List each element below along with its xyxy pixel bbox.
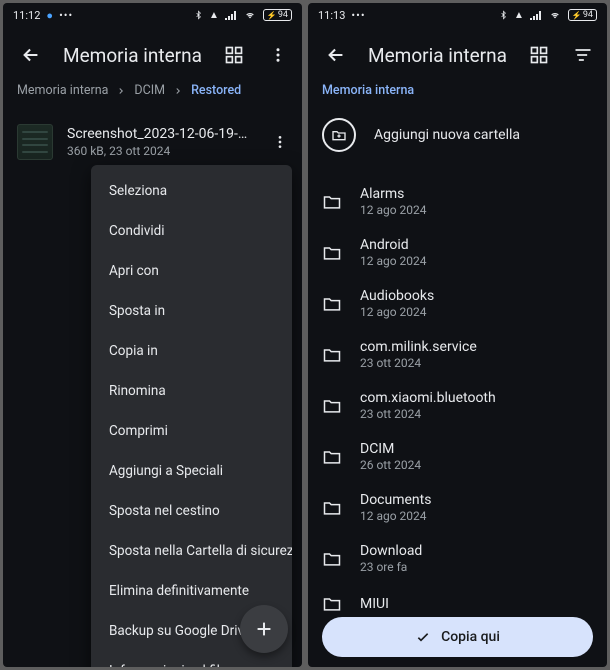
status-time: 11:13 bbox=[318, 9, 345, 22]
file-overflow-button[interactable] bbox=[264, 122, 296, 162]
status-bar: 11:12 ● ••• ▲ ⚡94 bbox=[3, 3, 302, 27]
wifi-icon bbox=[243, 10, 257, 20]
context-menu: SelezionaCondividiApri conSposta inCopia… bbox=[91, 165, 292, 667]
crumb-0[interactable]: Memoria interna bbox=[17, 83, 108, 98]
folder-icon bbox=[322, 498, 342, 518]
paste-here-button[interactable]: Copia qui bbox=[322, 617, 593, 657]
new-folder-label: Aggiungi nuova cartella bbox=[374, 127, 520, 143]
folder-subtitle: 23 ott 2024 bbox=[360, 407, 593, 421]
new-folder-row[interactable]: Aggiungi nuova cartella bbox=[308, 104, 607, 170]
folder-icon bbox=[322, 243, 342, 263]
phone-right: 11:13 ••• ▲ ⚡94 Memoria interna Memoria … bbox=[308, 3, 607, 667]
folder-icon bbox=[322, 447, 342, 467]
folder-subtitle: 23 ore fa bbox=[360, 560, 593, 574]
menu-item[interactable]: Rinomina bbox=[91, 371, 292, 411]
breadcrumb: Memoria interna bbox=[308, 83, 607, 104]
menu-item[interactable]: Aggiungi a Speciali bbox=[91, 451, 292, 491]
folder-name: Download bbox=[360, 543, 593, 559]
menu-item[interactable]: Apri con bbox=[91, 251, 292, 291]
folder-row[interactable]: Download23 ore fa bbox=[308, 533, 607, 584]
check-icon bbox=[415, 629, 431, 645]
menu-item[interactable]: Informazioni sul file bbox=[91, 651, 292, 667]
menu-item[interactable]: Condividi bbox=[91, 211, 292, 251]
folder-list: Alarms12 ago 2024Android12 ago 2024Audio… bbox=[308, 170, 607, 667]
menu-item[interactable]: Copia in bbox=[91, 331, 292, 371]
signal-icon: ▲ bbox=[514, 10, 524, 21]
folder-name: Documents bbox=[360, 492, 593, 508]
folder-name: com.xiaomi.bluetooth bbox=[360, 390, 593, 406]
folder-subtitle: 12 ago 2024 bbox=[360, 254, 593, 268]
folder-icon bbox=[322, 549, 342, 569]
chevron-right-icon bbox=[116, 86, 126, 96]
folder-name: Alarms bbox=[360, 186, 593, 202]
status-more-icon: ••• bbox=[351, 9, 365, 22]
menu-item[interactable]: Comprimi bbox=[91, 411, 292, 451]
breadcrumb: Memoria interna DCIM Restored bbox=[3, 83, 302, 112]
folder-name: MIUI bbox=[360, 596, 593, 612]
folder-subtitle: 12 ago 2024 bbox=[360, 305, 593, 319]
signal-icon: ▲ bbox=[209, 10, 219, 21]
status-bar: 11:13 ••• ▲ ⚡94 bbox=[308, 3, 607, 27]
battery-badge: ⚡94 bbox=[263, 9, 292, 21]
folder-icon bbox=[322, 345, 342, 365]
folder-row[interactable]: com.milink.service23 ott 2024 bbox=[308, 329, 607, 380]
folder-icon bbox=[322, 396, 342, 416]
folder-icon bbox=[322, 294, 342, 314]
folder-row[interactable]: DCIM26 ott 2024 bbox=[308, 431, 607, 482]
status-right: ▲ ⚡94 bbox=[194, 9, 292, 21]
menu-item[interactable]: Seleziona bbox=[91, 171, 292, 211]
file-thumbnail bbox=[17, 124, 53, 160]
grid-view-button[interactable] bbox=[523, 35, 555, 75]
status-indicator-icon: ● bbox=[46, 9, 53, 22]
signal-bars-icon bbox=[225, 10, 237, 20]
grid-view-button[interactable] bbox=[218, 35, 250, 75]
wifi-icon bbox=[548, 10, 562, 20]
crumb-1[interactable]: DCIM bbox=[134, 83, 165, 98]
crumb-0[interactable]: Memoria interna bbox=[322, 83, 414, 98]
sort-button[interactable] bbox=[567, 35, 599, 75]
folder-subtitle: 12 ago 2024 bbox=[360, 509, 593, 523]
overflow-button[interactable] bbox=[262, 35, 294, 75]
folder-name: DCIM bbox=[360, 441, 593, 457]
paste-label: Copia qui bbox=[441, 629, 500, 645]
folder-icon bbox=[322, 594, 342, 614]
bluetooth-icon bbox=[499, 9, 508, 21]
folder-name: Android bbox=[360, 237, 593, 253]
app-bar: Memoria interna bbox=[308, 27, 607, 83]
menu-item[interactable]: Sposta nel cestino bbox=[91, 491, 292, 531]
folder-icon bbox=[322, 192, 342, 212]
folder-row[interactable]: Audiobooks12 ago 2024 bbox=[308, 278, 607, 329]
back-button[interactable] bbox=[11, 35, 51, 75]
folder-subtitle: 23 ott 2024 bbox=[360, 356, 593, 370]
folder-subtitle: 12 ago 2024 bbox=[360, 203, 593, 217]
back-button[interactable] bbox=[316, 35, 356, 75]
bluetooth-icon bbox=[194, 9, 203, 21]
status-more-icon: ••• bbox=[59, 9, 73, 22]
new-folder-icon bbox=[322, 118, 356, 152]
file-subtitle: 360 kB, 23 ott 2024 bbox=[67, 144, 250, 158]
folder-row[interactable]: Documents12 ago 2024 bbox=[308, 482, 607, 533]
chevron-right-icon bbox=[173, 86, 183, 96]
file-name: Screenshot_2023-12-06-19-46-48… bbox=[67, 126, 250, 142]
folder-subtitle: 26 ott 2024 bbox=[360, 458, 593, 472]
battery-badge: ⚡94 bbox=[568, 9, 597, 21]
folder-row[interactable]: Alarms12 ago 2024 bbox=[308, 176, 607, 227]
app-bar: Memoria interna bbox=[3, 27, 302, 83]
folder-name: Audiobooks bbox=[360, 288, 593, 304]
folder-row[interactable]: com.xiaomi.bluetooth23 ott 2024 bbox=[308, 380, 607, 431]
crumb-2[interactable]: Restored bbox=[191, 83, 241, 98]
fab-add[interactable] bbox=[240, 605, 288, 653]
folder-name: com.milink.service bbox=[360, 339, 593, 355]
folder-row[interactable]: Android12 ago 2024 bbox=[308, 227, 607, 278]
status-right: ▲ ⚡94 bbox=[499, 9, 597, 21]
page-title: Memoria interna bbox=[368, 44, 511, 67]
file-row[interactable]: Screenshot_2023-12-06-19-46-48… 360 kB, … bbox=[3, 112, 302, 172]
phone-left: 11:12 ● ••• ▲ ⚡94 Memoria interna Memori… bbox=[3, 3, 302, 667]
status-time: 11:12 bbox=[13, 9, 40, 22]
menu-item[interactable]: Sposta nella Cartella di sicurezza bbox=[91, 531, 292, 571]
menu-item[interactable]: Sposta in bbox=[91, 291, 292, 331]
signal-bars-icon bbox=[530, 10, 542, 20]
page-title: Memoria interna bbox=[63, 44, 206, 67]
